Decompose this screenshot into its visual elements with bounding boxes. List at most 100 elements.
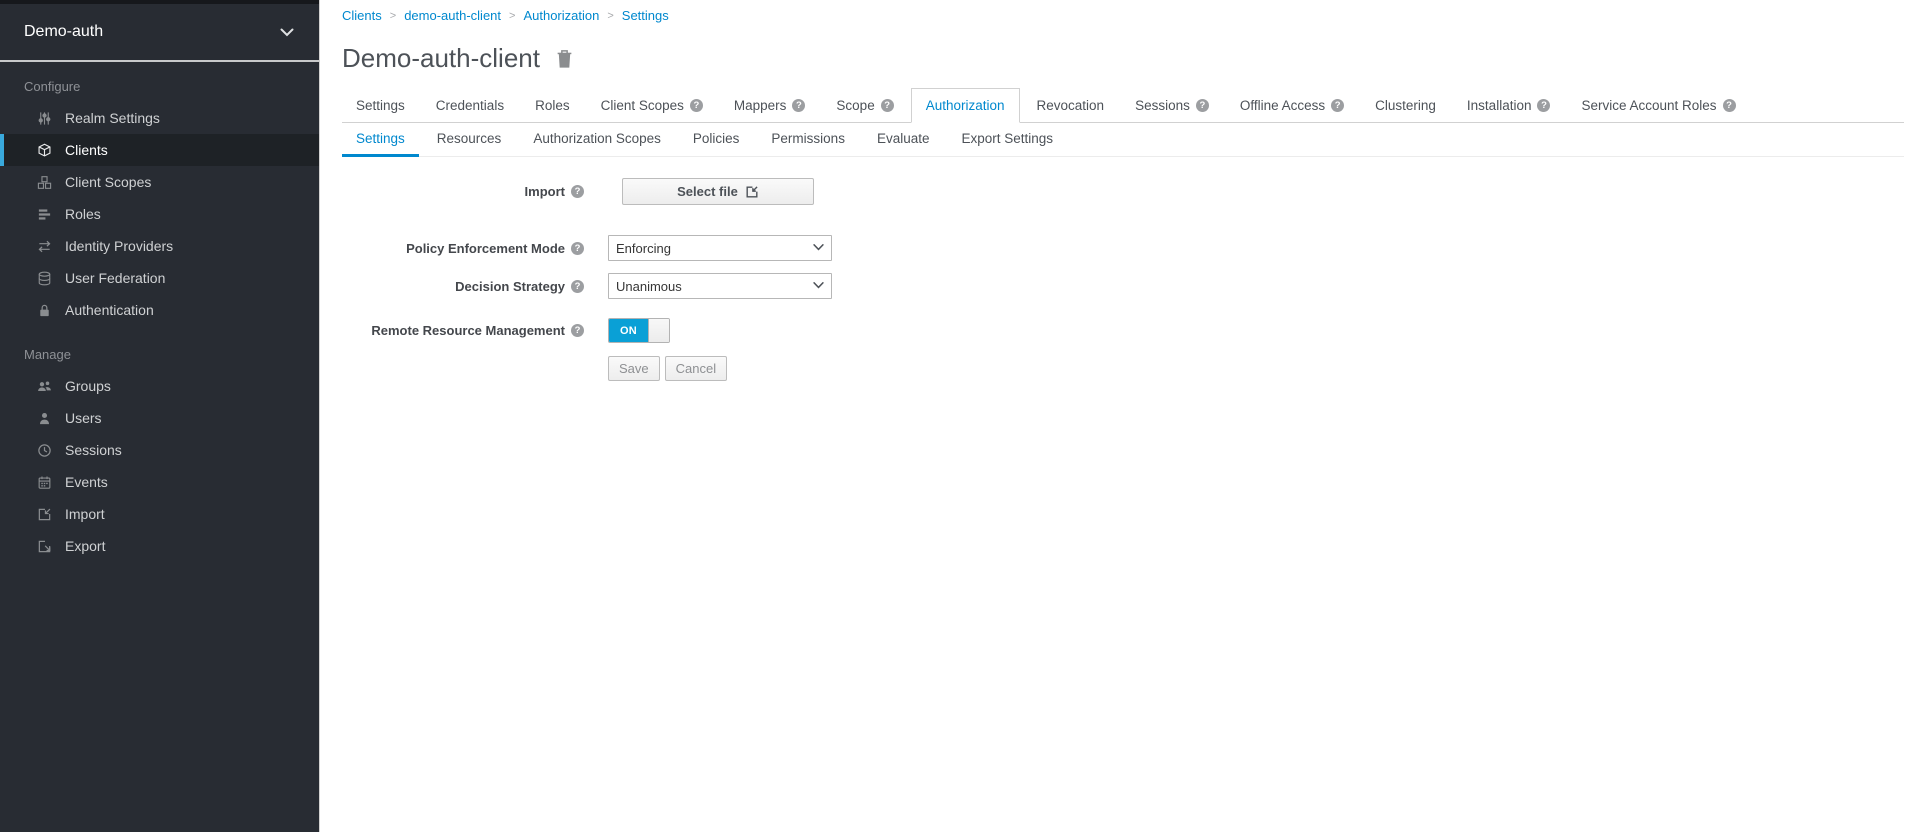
cube-icon bbox=[36, 142, 53, 158]
tab-credentials[interactable]: Credentials bbox=[422, 88, 518, 123]
form-row-remote-resource-management: Remote Resource Management ? ON bbox=[342, 318, 1904, 343]
policy-enforcement-mode-label: Policy Enforcement Mode bbox=[406, 241, 565, 256]
help-icon[interactable]: ? bbox=[690, 99, 703, 112]
sidebar-item-label: Authentication bbox=[65, 302, 154, 318]
realm-selector[interactable]: Demo-auth bbox=[0, 0, 319, 62]
client-tabs: Settings Credentials Roles Client Scopes… bbox=[342, 88, 1904, 123]
breadcrumb-link-client[interactable]: demo-auth-client bbox=[404, 8, 501, 23]
breadcrumb: Clients > demo-auth-client > Authorizati… bbox=[342, 8, 1904, 23]
subtab-label: Policies bbox=[693, 131, 740, 146]
sidebar-item-user-federation[interactable]: User Federation bbox=[0, 262, 319, 294]
exchange-arrows-icon bbox=[36, 238, 53, 254]
tab-label: Service Account Roles bbox=[1581, 98, 1716, 113]
sidebar-item-roles[interactable]: Roles bbox=[0, 198, 319, 230]
form-row-decision-strategy: Decision Strategy ? Unanimous bbox=[342, 273, 1904, 299]
sidebar-item-label: Groups bbox=[65, 378, 111, 394]
tab-label: Credentials bbox=[436, 98, 504, 113]
remote-resource-management-label: Remote Resource Management bbox=[371, 323, 565, 338]
breadcrumb-link-clients[interactable]: Clients bbox=[342, 8, 382, 23]
tab-scope[interactable]: Scope? bbox=[822, 88, 907, 123]
tab-revocation[interactable]: Revocation bbox=[1023, 88, 1119, 123]
tab-offline-access[interactable]: Offline Access? bbox=[1226, 88, 1358, 123]
tab-label: Revocation bbox=[1037, 98, 1105, 113]
sidebar-item-import[interactable]: Import bbox=[0, 498, 319, 530]
toggle-on-label: ON bbox=[609, 319, 648, 342]
tab-service-account-roles[interactable]: Service Account Roles? bbox=[1567, 88, 1749, 123]
tab-installation[interactable]: Installation? bbox=[1453, 88, 1565, 123]
help-icon[interactable]: ? bbox=[1723, 99, 1736, 112]
tab-label: Scope bbox=[836, 98, 874, 113]
calendar-icon bbox=[36, 474, 53, 490]
chevron-down-icon bbox=[280, 28, 294, 37]
sidebar-item-groups[interactable]: Groups bbox=[0, 370, 319, 402]
tab-roles[interactable]: Roles bbox=[521, 88, 584, 123]
help-icon[interactable]: ? bbox=[571, 280, 584, 293]
export-icon bbox=[36, 538, 53, 554]
tab-label: Offline Access bbox=[1240, 98, 1325, 113]
help-icon[interactable]: ? bbox=[571, 185, 584, 198]
subtab-evaluate[interactable]: Evaluate bbox=[863, 123, 944, 157]
breadcrumb-separator: > bbox=[509, 10, 515, 22]
sidebar-item-sessions[interactable]: Sessions bbox=[0, 434, 319, 466]
help-icon[interactable]: ? bbox=[1537, 99, 1550, 112]
sidebar-item-users[interactable]: Users bbox=[0, 402, 319, 434]
breadcrumb-link-settings[interactable]: Settings bbox=[622, 8, 669, 23]
sidebar-item-label: Export bbox=[65, 538, 105, 554]
form-actions: Save Cancel bbox=[608, 356, 1904, 381]
help-icon[interactable]: ? bbox=[1331, 99, 1344, 112]
decision-strategy-select[interactable]: Unanimous bbox=[608, 273, 832, 299]
sidebar-item-client-scopes[interactable]: Client Scopes bbox=[0, 166, 319, 198]
sidebar-item-label: Import bbox=[65, 506, 105, 522]
lock-icon bbox=[36, 302, 53, 318]
tab-sessions[interactable]: Sessions? bbox=[1121, 88, 1223, 123]
sidebar-item-authentication[interactable]: Authentication bbox=[0, 294, 319, 326]
subtab-authorization-scopes[interactable]: Authorization Scopes bbox=[519, 123, 675, 157]
help-icon[interactable]: ? bbox=[1196, 99, 1209, 112]
sidebar: Demo-auth Configure Realm Settings Clien… bbox=[0, 0, 320, 832]
page-title: Demo-auth-client bbox=[342, 43, 1904, 74]
tab-settings[interactable]: Settings bbox=[342, 88, 419, 123]
subtab-permissions[interactable]: Permissions bbox=[757, 123, 859, 157]
sidebar-item-export[interactable]: Export bbox=[0, 530, 319, 562]
realm-name: Demo-auth bbox=[24, 23, 103, 41]
list-bars-icon bbox=[36, 206, 53, 222]
tab-authorization[interactable]: Authorization bbox=[911, 88, 1020, 123]
delete-client-trash-icon[interactable] bbox=[556, 49, 573, 68]
subtab-policies[interactable]: Policies bbox=[679, 123, 754, 157]
sidebar-item-label: Sessions bbox=[65, 442, 122, 458]
tab-label: Roles bbox=[535, 98, 570, 113]
sidebar-item-clients[interactable]: Clients bbox=[0, 134, 319, 166]
tab-client-scopes[interactable]: Client Scopes? bbox=[587, 88, 717, 123]
sidebar-item-label: Events bbox=[65, 474, 108, 490]
tab-label: Clustering bbox=[1375, 98, 1436, 113]
remote-resource-management-toggle[interactable]: ON bbox=[608, 318, 670, 343]
sidebar-item-label: Users bbox=[65, 410, 102, 426]
subtab-resources[interactable]: Resources bbox=[423, 123, 516, 157]
toggle-handle[interactable] bbox=[648, 319, 669, 342]
select-file-button[interactable]: Select file bbox=[622, 178, 814, 205]
main-content: Clients > demo-auth-client > Authorizati… bbox=[320, 0, 1919, 381]
breadcrumb-link-authorization[interactable]: Authorization bbox=[523, 8, 599, 23]
sidebar-item-events[interactable]: Events bbox=[0, 466, 319, 498]
sidebar-item-realm-settings[interactable]: Realm Settings bbox=[0, 102, 319, 134]
help-icon[interactable]: ? bbox=[571, 324, 584, 337]
tab-clustering[interactable]: Clustering bbox=[1361, 88, 1450, 123]
sidebar-item-label: Identity Providers bbox=[65, 238, 173, 254]
decision-strategy-label-group: Decision Strategy ? bbox=[342, 279, 584, 294]
user-icon bbox=[36, 410, 53, 426]
subtab-label: Export Settings bbox=[962, 131, 1054, 146]
import-file-icon bbox=[745, 185, 759, 199]
help-icon[interactable]: ? bbox=[792, 99, 805, 112]
select-file-label: Select file bbox=[677, 184, 738, 199]
cancel-button[interactable]: Cancel bbox=[665, 356, 727, 381]
subtab-export-settings[interactable]: Export Settings bbox=[948, 123, 1068, 157]
policy-enforcement-mode-select[interactable]: Enforcing bbox=[608, 235, 832, 261]
help-icon[interactable]: ? bbox=[881, 99, 894, 112]
database-icon bbox=[36, 270, 53, 286]
help-icon[interactable]: ? bbox=[571, 242, 584, 255]
tab-label: Client Scopes bbox=[601, 98, 684, 113]
subtab-settings[interactable]: Settings bbox=[342, 123, 419, 157]
tab-mappers[interactable]: Mappers? bbox=[720, 88, 820, 123]
sidebar-item-identity-providers[interactable]: Identity Providers bbox=[0, 230, 319, 262]
save-button[interactable]: Save bbox=[608, 356, 660, 381]
